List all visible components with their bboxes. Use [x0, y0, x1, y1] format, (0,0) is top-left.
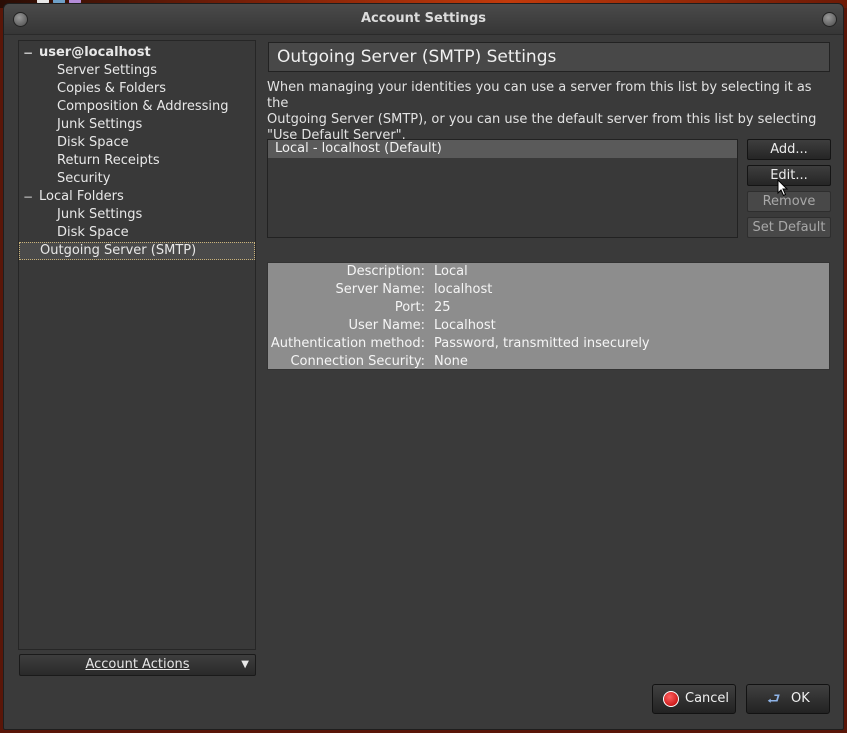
tree-item[interactable]: − Local Folders	[23, 188, 124, 206]
dropdown-arrow-icon: ▼	[241, 659, 249, 670]
tree-item-label: Junk Settings	[57, 207, 143, 222]
cancel-button-label: Cancel	[685, 691, 730, 706]
set-default-button-label: Set Default	[752, 220, 826, 235]
tree-item[interactable]: Copies & Folders	[57, 80, 166, 98]
ok-button[interactable]: ⮐ OK	[746, 684, 830, 714]
detail-row: Connection Security: None	[268, 353, 829, 371]
detail-value: localhost	[434, 282, 493, 297]
account-actions-button[interactable]: Account Actions ▼	[19, 654, 256, 676]
detail-label: Authentication method:	[270, 336, 425, 351]
tree-item[interactable]: Disk Space	[57, 224, 129, 242]
tree-item[interactable]: Outgoing Server (SMTP)	[19, 242, 255, 260]
cancel-icon	[663, 691, 679, 707]
mouse-pointer-icon	[777, 179, 789, 197]
detail-value: 25	[434, 300, 451, 315]
detail-label: Server Name:	[335, 282, 426, 297]
tree-item[interactable]: Junk Settings	[57, 206, 142, 224]
description-line: When managing your identities you can us…	[267, 80, 812, 111]
detail-value: None	[434, 354, 468, 369]
server-details-panel: Description: Local Server Name: localhos…	[267, 262, 830, 370]
detail-row: Server Name: localhost	[268, 281, 829, 299]
enter-arrow-icon: ⮐	[767, 690, 781, 708]
detail-label: User Name:	[348, 318, 426, 333]
account-settings-dialog: Account Settings − user@localhost Server S…	[3, 3, 844, 730]
tree-item-label: Return Receipts	[57, 153, 160, 168]
remove-button[interactable]: Remove	[747, 191, 831, 212]
detail-row: Authentication method: Password, transmi…	[268, 335, 829, 353]
detail-value: Local	[434, 264, 468, 279]
detail-label: Description:	[346, 264, 425, 279]
close-icon[interactable]	[822, 12, 837, 27]
tree-item-label: Disk Space	[57, 135, 129, 150]
set-default-button[interactable]: Set Default	[747, 217, 831, 238]
tree-item-label: Security	[57, 171, 111, 186]
smtp-description: When managing your identities you can us…	[267, 80, 835, 144]
tree-item[interactable]: Junk Settings	[57, 116, 142, 134]
tree-item-label: Local Folders	[39, 189, 124, 204]
add-button[interactable]: Add...	[747, 139, 831, 160]
tree-item-label: Outgoing Server (SMTP)	[40, 243, 197, 258]
detail-value: Localhost	[434, 318, 496, 333]
tree-item[interactable]: Composition & Addressing	[57, 98, 228, 116]
title-bar[interactable]: Account Settings	[4, 4, 843, 35]
window-title: Account Settings	[360, 11, 487, 26]
tree-item-label: Copies & Folders	[57, 81, 167, 96]
description-line: Outgoing Server (SMTP), or you can use t…	[267, 112, 817, 127]
page-title: Outgoing Server (SMTP) Settings	[268, 42, 830, 72]
tree-item[interactable]: Return Receipts	[57, 152, 160, 170]
cancel-button[interactable]: Cancel	[652, 684, 736, 714]
collapse-icon[interactable]: −	[23, 188, 33, 206]
detail-value: Password, transmitted insecurely	[434, 336, 650, 351]
tree-item[interactable]: Disk Space	[57, 134, 129, 152]
collapse-icon[interactable]: −	[23, 44, 33, 62]
tree-item-label: Server Settings	[57, 63, 158, 78]
detail-row: Port: 25	[268, 299, 829, 317]
account-tree[interactable]: − user@localhost Server Settings Copies & F…	[18, 40, 256, 650]
add-button-label: Add...	[770, 142, 808, 157]
tree-item-label: Disk Space	[57, 225, 129, 240]
detail-row: User Name: Localhost	[268, 317, 829, 335]
tree-item-label: user@localhost	[39, 45, 151, 60]
server-list-item[interactable]: Local - localhost (Default)	[268, 140, 737, 158]
detail-label: Connection Security:	[290, 354, 425, 369]
smtp-server-list[interactable]: Local - localhost (Default)	[267, 139, 738, 238]
ok-button-label: OK	[791, 691, 810, 706]
tree-item[interactable]: − user@localhost	[23, 44, 151, 62]
tree-item-label: Junk Settings	[57, 117, 143, 132]
account-actions-label: Account Actions	[85, 657, 190, 672]
detail-row: Description: Local	[268, 263, 829, 281]
tree-item[interactable]: Security	[57, 170, 110, 188]
edit-button[interactable]: Edit...	[747, 165, 831, 186]
tree-item[interactable]: Server Settings	[57, 62, 157, 80]
tree-item-label: Composition & Addressing	[57, 99, 229, 114]
detail-label: Port:	[394, 300, 425, 315]
